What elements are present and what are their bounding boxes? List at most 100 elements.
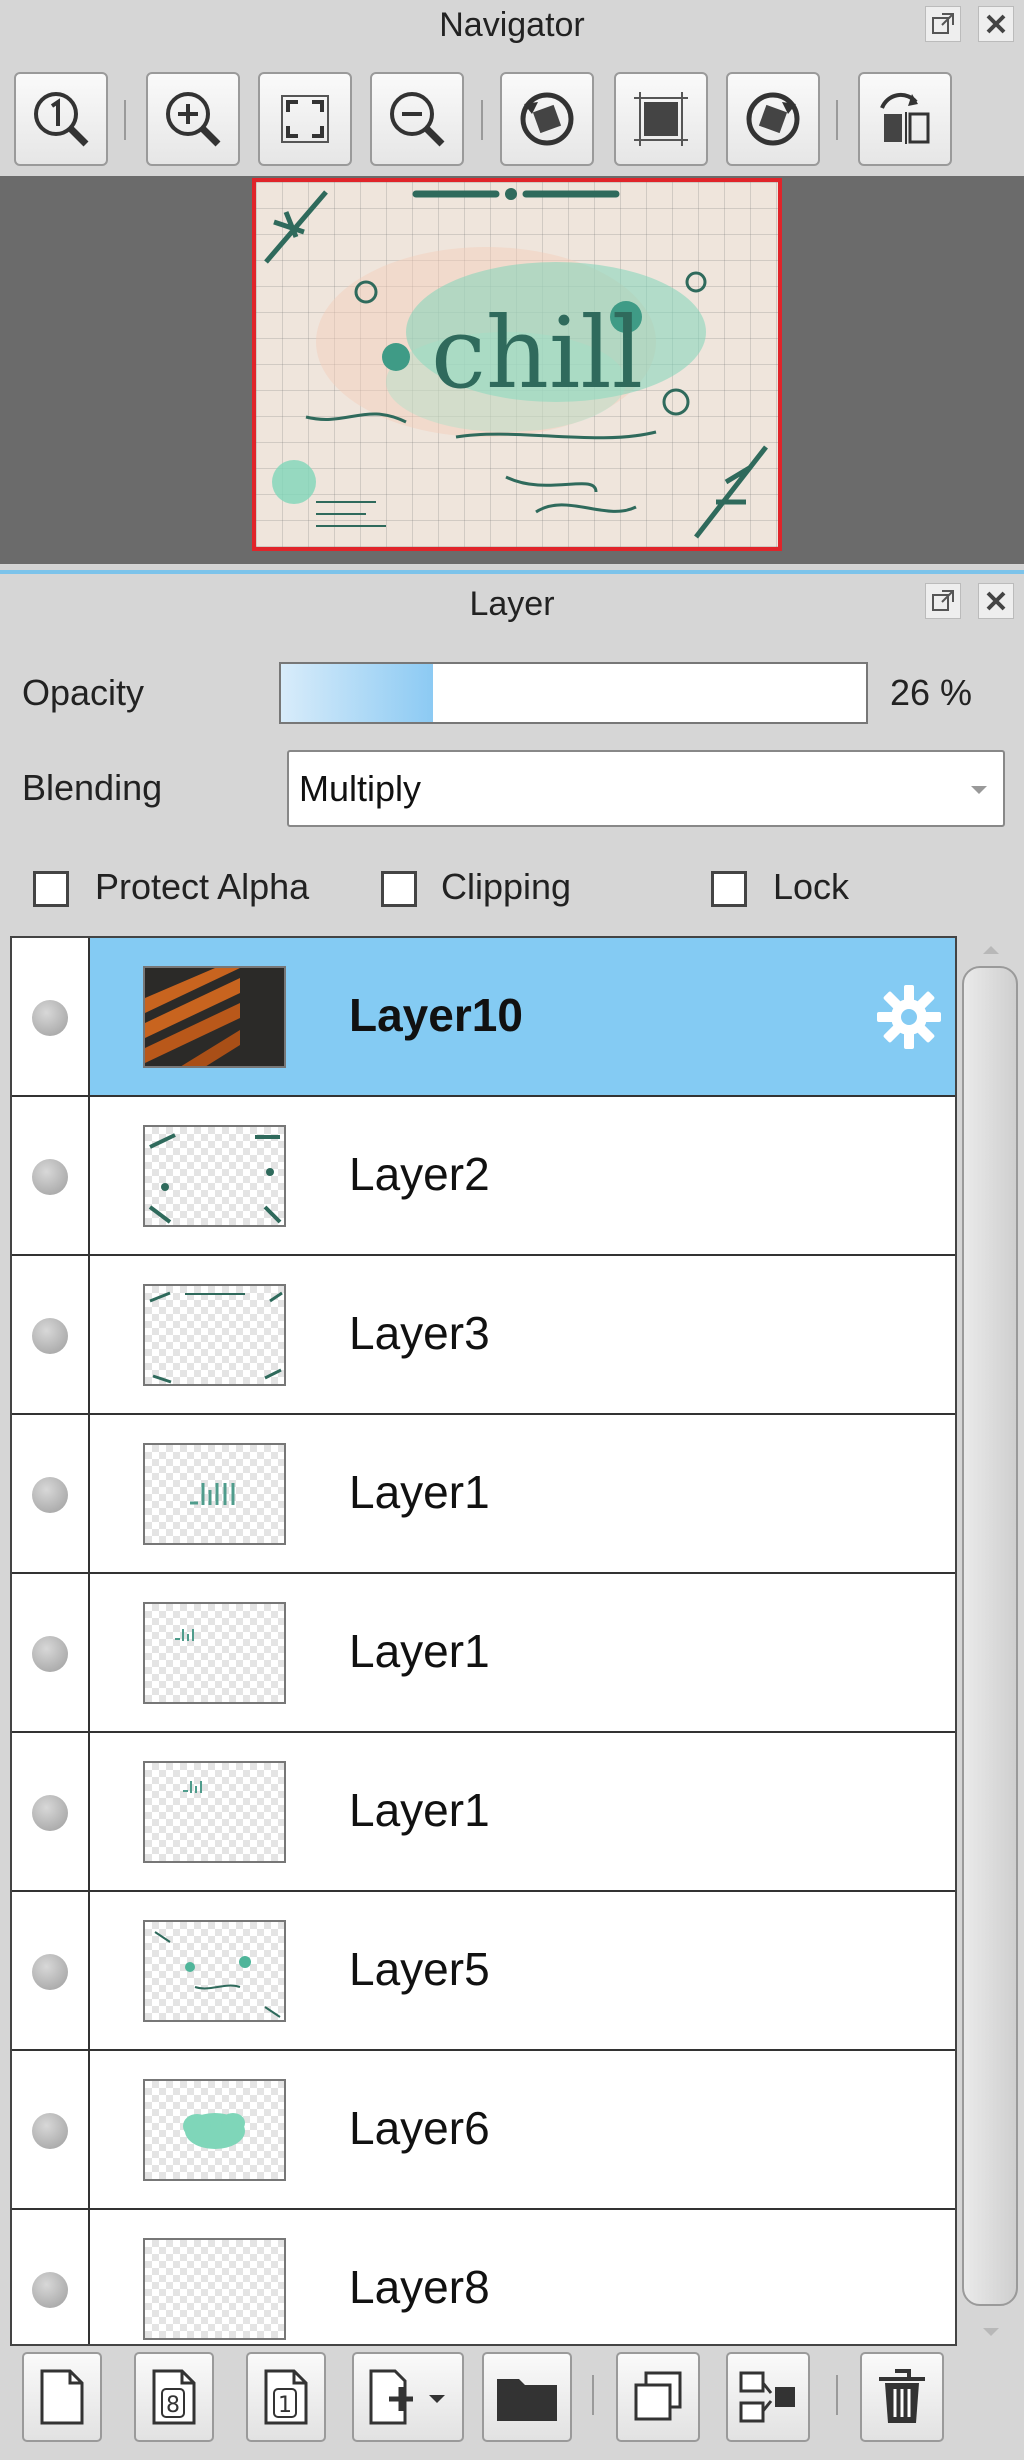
zoom-in-icon — [166, 92, 221, 147]
lock-checkbox[interactable] — [711, 871, 747, 907]
layer-thumbnail — [143, 1443, 286, 1545]
layer-list: Layer10 Layer2 Layer3 Layer1 Layer1 Laye… — [10, 936, 957, 2346]
add-layer-dropdown-icon — [369, 2369, 445, 2425]
lock-label: Lock — [773, 866, 850, 907]
visibility-toggle[interactable] — [32, 1954, 68, 1990]
navigator-title: Navigator — [439, 6, 585, 44]
visibility-column — [12, 1574, 90, 1731]
merge-down-button[interactable] — [726, 2352, 810, 2442]
layer-thumbnail-image — [190, 1483, 235, 1505]
layer-row[interactable]: Layer1 — [12, 1415, 955, 1574]
rotate-left-icon — [520, 92, 574, 146]
popout-icon — [932, 590, 954, 611]
layer-name: Layer1 — [349, 1784, 490, 1836]
visibility-toggle[interactable] — [32, 2272, 68, 2308]
visibility-column — [12, 2051, 90, 2208]
blending-label: Blending — [22, 767, 163, 808]
fit-window-icon — [281, 95, 329, 143]
toolbar-separator — [481, 100, 483, 140]
layer-name: Layer2 — [349, 1148, 490, 1200]
visibility-toggle[interactable] — [32, 1477, 68, 1513]
visibility-toggle[interactable] — [32, 1636, 68, 1672]
reset-rotation-button[interactable] — [614, 72, 708, 166]
layer-panel-title: Layer — [469, 585, 555, 623]
layer-close-button[interactable] — [978, 583, 1014, 619]
visibility-column — [12, 1733, 90, 1890]
toolbar-separator — [592, 2375, 594, 2415]
layer-row[interactable]: Layer5 — [12, 1892, 955, 2051]
protect-alpha-checkbox[interactable] — [33, 871, 69, 907]
layer-float-button[interactable] — [925, 583, 961, 619]
layer-row[interactable]: Layer3 — [12, 1256, 955, 1415]
new-1bit-layer-label: 1 — [278, 2393, 292, 2418]
navigator-close-button[interactable] — [978, 6, 1014, 42]
visibility-toggle[interactable] — [32, 1159, 68, 1195]
opacity-value: 26 % — [890, 672, 973, 713]
opacity-slider[interactable] — [279, 662, 868, 724]
layer-thumbnail — [143, 2079, 286, 2181]
visibility-toggle[interactable] — [32, 1000, 68, 1036]
scrollbar-thumb[interactable] — [962, 966, 1018, 2306]
rotate-right-button[interactable] — [726, 72, 820, 166]
new-layer-button[interactable] — [22, 2352, 102, 2442]
opacity-slider-fill — [281, 664, 434, 722]
visibility-toggle[interactable] — [32, 1318, 68, 1354]
actual-size-button[interactable] — [14, 72, 108, 166]
layer-name: Layer6 — [349, 2102, 490, 2154]
scroll-down-arrow-icon[interactable] — [981, 2326, 1001, 2338]
zoom-out-button[interactable] — [370, 72, 464, 166]
clipping-checkbox[interactable] — [381, 871, 417, 907]
layer-thumbnail-image — [149, 1291, 283, 1384]
layer-name: Layer1 — [349, 1466, 490, 1518]
layer-name: Layer8 — [349, 2261, 490, 2313]
layer-row[interactable]: Layer6 — [12, 2051, 955, 2210]
duplicate-layer-button[interactable] — [616, 2352, 700, 2442]
protect-alpha-label: Protect Alpha — [95, 866, 310, 907]
visibility-column — [12, 1256, 90, 1413]
navigator-preview[interactable]: chill — [252, 178, 782, 551]
opacity-label: Opacity — [22, 672, 145, 713]
layer-row[interactable]: Layer10 — [12, 938, 955, 1097]
layer-row[interactable]: Layer1 — [12, 1733, 955, 1892]
flip-horizontal-icon — [880, 92, 930, 144]
layer-thumbnail — [143, 1284, 286, 1386]
visibility-toggle[interactable] — [32, 2113, 68, 2149]
rotate-right-icon — [746, 92, 800, 146]
visibility-column — [12, 1097, 90, 1254]
blending-select-value: Multiply — [299, 768, 422, 809]
scroll-up-arrow-icon[interactable] — [981, 944, 1001, 956]
new-8bit-layer-icon: 8 — [152, 2369, 196, 2425]
layer-list-scrollbar[interactable] — [958, 936, 1024, 2346]
new-1bit-layer-icon: 1 — [264, 2369, 308, 2425]
toolbar-separator — [836, 100, 838, 140]
layer-settings-gear-icon[interactable] — [874, 982, 944, 1052]
close-icon — [986, 14, 1006, 34]
fit-window-button[interactable] — [258, 72, 352, 166]
layer-row[interactable]: Layer1 — [12, 1574, 955, 1733]
new-folder-button[interactable] — [482, 2352, 572, 2442]
popout-icon — [932, 13, 954, 34]
visibility-toggle[interactable] — [32, 1795, 68, 1831]
toolbar-separator — [836, 2375, 838, 2415]
layer-thumbnail-image — [148, 1133, 282, 1224]
layer-name: Layer10 — [349, 989, 523, 1041]
merge-layers-icon — [739, 2371, 795, 2423]
new-8bit-layer-button[interactable]: 8 — [134, 2352, 214, 2442]
folder-icon — [497, 2379, 557, 2421]
layer-row[interactable]: Layer8 — [12, 2210, 955, 2344]
visibility-column — [12, 2210, 90, 2344]
add-layer-menu-button[interactable] — [352, 2352, 464, 2442]
layer-thumbnail-image — [175, 1629, 194, 1641]
navigator-float-button[interactable] — [925, 6, 961, 42]
layer-thumbnail-image — [145, 968, 240, 1066]
new-1bit-layer-button[interactable]: 1 — [246, 2352, 326, 2442]
visibility-column — [12, 1415, 90, 1572]
artwork-preview: chill — [264, 188, 768, 539]
zoom-in-button[interactable] — [146, 72, 240, 166]
layer-row[interactable]: Layer2 — [12, 1097, 955, 1256]
rotate-left-button[interactable] — [500, 72, 594, 166]
delete-layer-button[interactable] — [860, 2352, 944, 2442]
toolbar-separator — [124, 100, 126, 140]
blending-select[interactable]: Multiply — [287, 750, 1005, 827]
flip-horizontal-button[interactable] — [858, 72, 952, 166]
